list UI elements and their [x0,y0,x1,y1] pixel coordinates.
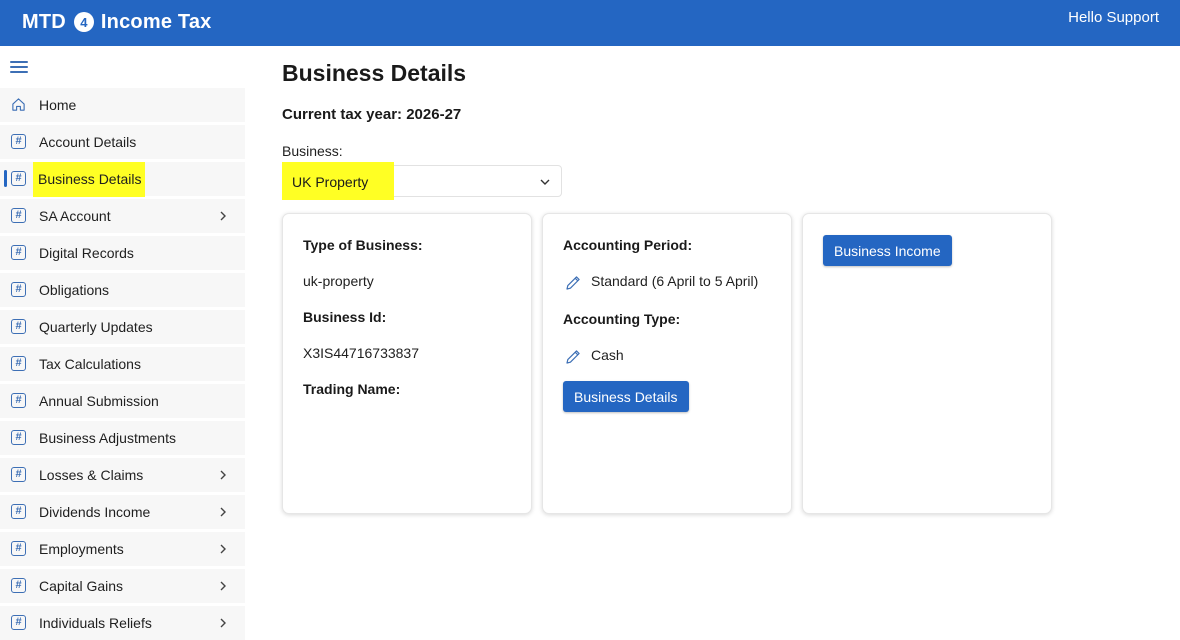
sidebar-item-label: Home [39,97,77,113]
sidebar-item-label: Individuals Reliefs [39,615,152,631]
accounting-card: Accounting Period: Standard (6 April to … [542,213,792,514]
sidebar-item-label: Dividends Income [39,504,151,520]
sidebar-item-label: Capital Gains [39,578,124,594]
sidebar-item-label: Business Details [33,162,145,197]
pencil-icon[interactable] [564,348,582,366]
hash-icon: # [11,541,26,556]
sidebar-item-business-details[interactable]: # Business Details [0,162,245,197]
app-brand[interactable]: MTD 4 Income Tax [22,9,211,35]
chevron-right-icon [220,211,226,221]
sidebar-item-label: Business Adjustments [39,430,176,446]
type-of-business-label: Type of Business: [303,237,423,253]
sidebar-item-home[interactable]: Home [0,88,245,122]
business-select[interactable]: UK Property [282,162,562,200]
chevron-right-icon [220,507,226,517]
sidebar-item-individuals-reliefs[interactable]: # Individuals Reliefs [0,606,245,640]
accounting-period-label: Accounting Period: [563,237,693,253]
sidebar-item-digital-records[interactable]: # Digital Records [0,236,245,270]
business-select-label: Business: [282,143,343,159]
business-income-card: Business Income [802,213,1052,514]
hash-icon: # [11,578,26,593]
sidebar-item-tax-calculations[interactable]: # Tax Calculations [0,347,245,381]
hash-icon: # [11,134,26,149]
sidebar-item-obligations[interactable]: # Obligations [0,273,245,307]
brand-badge: 4 [73,12,94,32]
sidebar: Home # Account Details # Business Detail… [0,46,250,640]
chevron-right-icon [220,544,226,554]
business-income-button[interactable]: Business Income [823,235,952,266]
business-info-card: Type of Business: uk-property Business I… [282,213,532,514]
hash-icon: # [11,615,26,630]
hash-icon: # [11,430,26,445]
brand-text-income-tax: Income Tax [100,10,212,33]
sidebar-item-label: Quarterly Updates [39,319,153,335]
sidebar-item-employments[interactable]: # Employments [0,532,245,566]
chevron-right-icon [220,618,226,628]
sidebar-item-label: Losses & Claims [39,467,144,483]
sidebar-item-label: SA Account [39,208,111,224]
sidebar-item-sa-account[interactable]: # SA Account [0,199,245,233]
business-id-label: Business Id: [303,309,387,325]
accounting-period-value: Standard (6 April to 5 April) [591,273,759,289]
current-tax-year: Current tax year: 2026-27 [282,106,462,123]
pencil-icon[interactable] [564,274,582,292]
type-of-business-value: uk-property [303,273,374,289]
hash-icon: # [11,356,26,371]
user-greeting[interactable]: Hello Support [1068,9,1159,26]
hash-icon: # [11,319,26,334]
sidebar-item-label: Obligations [39,282,110,298]
sidebar-item-label: Employments [39,541,124,557]
sidebar-item-losses-claims[interactable]: # Losses & Claims [0,458,245,492]
active-indicator [4,170,7,187]
hash-icon: # [11,171,26,186]
sidebar-item-dividends-income[interactable]: # Dividends Income [0,495,245,529]
sidebar-item-capital-gains[interactable]: # Capital Gains [0,569,245,603]
hash-icon: # [11,504,26,519]
top-app-bar: MTD 4 Income Tax Hello Support [0,0,1180,46]
home-icon [12,98,25,111]
chevron-right-icon [220,470,226,480]
sidebar-item-label: Digital Records [39,245,134,261]
brand-text-mtd: MTD [22,10,66,33]
hamburger-icon[interactable] [10,60,28,74]
sidebar-item-label: Annual Submission [39,393,159,409]
sidebar-item-quarterly-updates[interactable]: # Quarterly Updates [0,310,245,344]
page-title: Business Details [282,60,467,86]
trading-name-label: Trading Name: [303,381,401,397]
chevron-down-icon [540,179,550,185]
hash-icon: # [11,282,26,297]
hash-icon: # [11,393,26,408]
sidebar-item-business-adjustments[interactable]: # Business Adjustments [0,421,245,455]
business-id-value: X3IS44716733837 [303,345,419,361]
sidebar-item-account-details[interactable]: # Account Details [0,125,245,159]
sidebar-item-annual-submission[interactable]: # Annual Submission [0,384,245,418]
business-details-button[interactable]: Business Details [563,381,689,412]
sidebar-item-label: Account Details [39,134,137,150]
hash-icon: # [11,467,26,482]
hash-icon: # [11,208,26,223]
accounting-type-value: Cash [591,347,624,363]
chevron-right-icon [220,581,226,591]
accounting-type-label: Accounting Type: [563,311,681,327]
business-select-value: UK Property [282,162,394,200]
sidebar-item-label: Tax Calculations [39,356,141,372]
hash-icon: # [11,245,26,260]
